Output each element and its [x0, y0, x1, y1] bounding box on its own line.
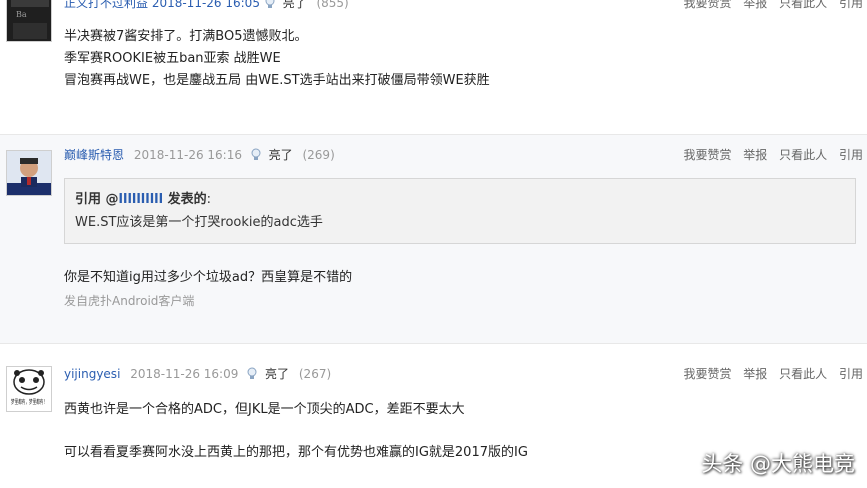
avatar-image: Ba	[7, 0, 51, 41]
reward-link[interactable]: 我要赞赏	[683, 148, 731, 162]
post-actions: 我要赞赏 举报 只看此人 引用	[675, 0, 863, 12]
quote-link[interactable]: 引用	[839, 148, 863, 162]
post-actions: 我要赞赏 举报 只看此人 引用	[675, 365, 863, 383]
divider	[0, 343, 867, 344]
quote-prefix: 引用 @	[75, 192, 119, 207]
quote-link[interactable]: 引用	[839, 367, 863, 381]
post-text-line: 季军赛ROOKIE被五ban亚索 战胜WE	[64, 51, 281, 66]
post-source: 发自虎扑Android客户端	[64, 294, 195, 308]
only-this-user-link[interactable]: 只看此人	[779, 148, 827, 162]
quote-suffix: 发表的	[163, 192, 207, 207]
post-text-line: 可以看看夏季赛阿水没上西黄上的那把，那个有优势也难赢的IG就是2017版的IG	[64, 445, 528, 460]
post-meta: 巅峰斯特恩 2018-11-26 16:16 亮了 (269)	[64, 146, 335, 164]
reward-link[interactable]: 我要赞赏	[683, 367, 731, 381]
post-text-line: 半决赛被7酱安排了。打满BO5遗憾败北。	[64, 29, 308, 44]
lightbulb-icon[interactable]	[246, 367, 258, 380]
avatar[interactable]	[6, 150, 52, 196]
quote-colon: :	[206, 192, 212, 207]
only-this-user-link[interactable]: 只看此人	[779, 367, 827, 381]
light-count: (269)	[302, 148, 335, 162]
quote-header: 引用 @llllllllll 发表的:	[75, 191, 211, 209]
light-up-button[interactable]: 亮了	[269, 148, 293, 162]
light-count: (855)	[316, 0, 349, 10]
only-this-user-link[interactable]: 只看此人	[779, 0, 827, 10]
avatar[interactable]: Ba	[6, 0, 52, 42]
post-text-line: 西黄也许是一个合格的ADC，但JKL是一个顶尖的ADC，差距不要太大	[64, 402, 465, 417]
post-meta: 正义打不过利益 2018-11-26 16:05 亮了 (855)	[64, 0, 349, 12]
light-up-button[interactable]: 亮了	[283, 0, 307, 10]
quote-block: 引用 @llllllllll 发表的: WE.ST应该是第一个打哭rookie的…	[64, 178, 856, 244]
report-link[interactable]: 举报	[743, 148, 767, 162]
post-time: 2018-11-26 16:09	[130, 367, 239, 381]
username-link[interactable]: 巅峰斯特恩	[64, 148, 124, 162]
lightbulb-icon[interactable]	[264, 0, 276, 9]
reply-post-1: Ba 正义打不过利益 2018-11-26 16:05 亮了 (855) 我要赞…	[0, 0, 867, 136]
post-meta: yijingyesi 2018-11-26 16:09 亮了 (267)	[64, 365, 331, 383]
lightbulb-icon[interactable]	[250, 148, 262, 161]
post-text-line: 你是不知道ig用过多少个垃圾ad？西皇算是不错的	[64, 270, 353, 285]
report-link[interactable]: 举报	[743, 367, 767, 381]
quote-link[interactable]: 引用	[839, 0, 863, 10]
avatar-caption: 梦里都有，梦里都有！	[11, 398, 47, 406]
post-time: 2018-11-26 16:16	[133, 148, 242, 162]
quote-text: WE.ST应该是第一个打哭rookie的adc选手	[75, 215, 323, 230]
post-actions: 我要赞赏 举报 只看此人 引用	[675, 146, 863, 164]
light-up-button[interactable]: 亮了	[265, 367, 289, 381]
report-link[interactable]: 举报	[743, 0, 767, 10]
reward-link[interactable]: 我要赞赏	[683, 0, 731, 10]
avatar[interactable]: 梦里都有，梦里都有！	[6, 366, 52, 412]
svg-text:Ba: Ba	[16, 10, 27, 19]
post-text-line: 冒泡赛再战WE，也是鏖战五局 由WE.ST选手站出来打破僵局带领WE获胜	[64, 73, 490, 88]
avatar-image: 梦里都有，梦里都有！	[7, 367, 51, 411]
username-link[interactable]: yijingyesi	[64, 367, 120, 381]
watermark: 头条 @大熊电竞	[701, 452, 855, 476]
post-meta-partial: 正义打不过利益 2018-11-26 16:05	[64, 0, 260, 10]
light-count: (267)	[298, 367, 332, 381]
forum-page: Ba 正义打不过利益 2018-11-26 16:05 亮了 (855) 我要赞…	[0, 0, 867, 488]
avatar-image	[7, 151, 51, 195]
quoted-username-link[interactable]: llllllllll	[119, 192, 164, 207]
